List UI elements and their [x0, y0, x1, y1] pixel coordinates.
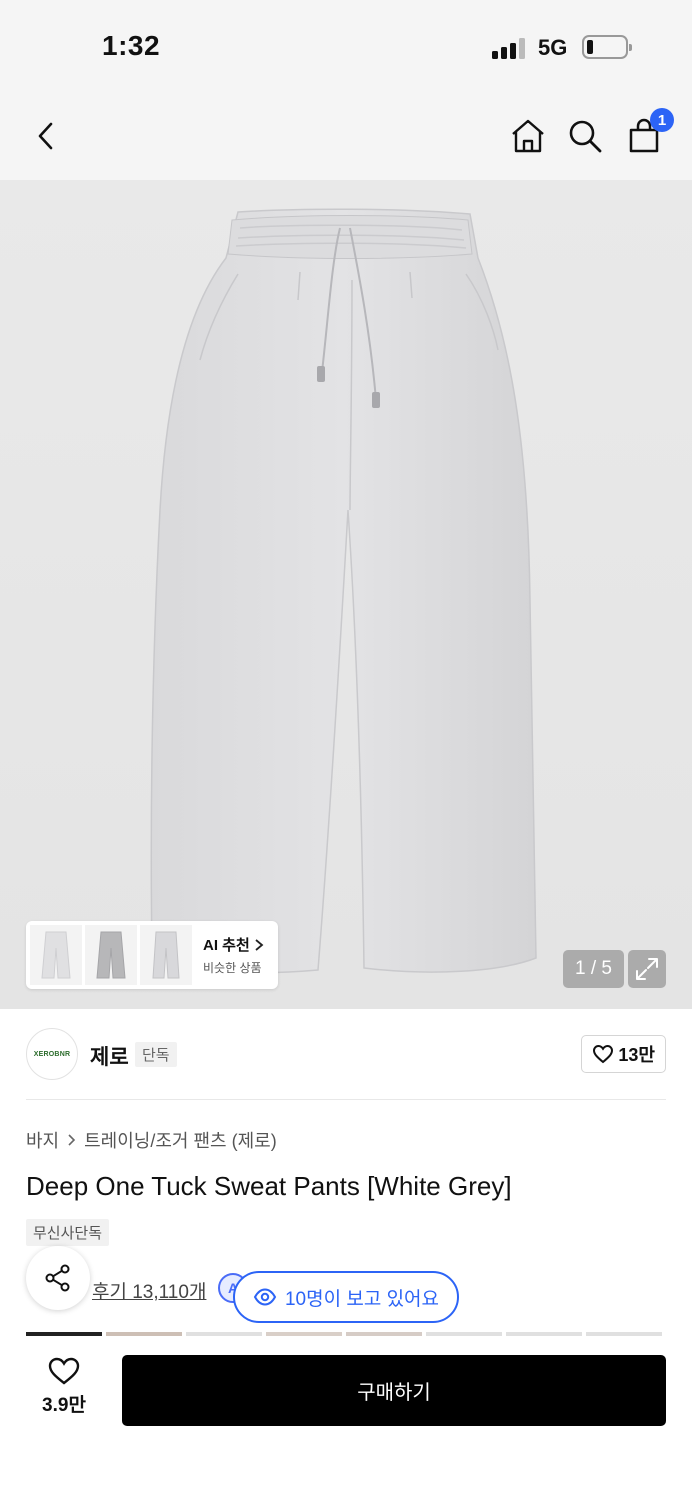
ai-recommend-subtitle: 비슷한 상품: [203, 961, 262, 975]
breadcrumb-category[interactable]: 바지: [26, 1127, 59, 1153]
signal-icon: [492, 37, 526, 59]
recommend-thumb-3: [140, 925, 192, 985]
viewers-text: 10명이 보고 있어요: [284, 1288, 440, 1310]
product-like-button[interactable]: 3.9만: [26, 1356, 102, 1426]
battery-icon: [582, 35, 632, 59]
status-time: 1:32: [102, 30, 161, 61]
chevron-right-icon: [68, 1134, 76, 1146]
cart-button[interactable]: 1: [622, 108, 674, 158]
search-button[interactable]: [563, 114, 607, 158]
product-photo: [150, 208, 537, 974]
brand-logo[interactable]: XEROBNR: [26, 1028, 78, 1080]
home-icon: [512, 119, 544, 153]
brand-exclusive-tag: 단독: [135, 1042, 177, 1067]
ai-recommend-card[interactable]: AI 추천 비슷한 상품: [26, 921, 278, 989]
brand-like-button[interactable]: 13만: [581, 1035, 666, 1073]
brand-row[interactable]: XEROBNR 제로 단독 13만: [26, 1028, 666, 1080]
share-button[interactable]: [26, 1246, 90, 1310]
share-icon: [45, 1264, 70, 1292]
search-icon: [569, 120, 602, 153]
breadcrumb-subcategory[interactable]: 트레이닝/조거 팬츠 (제로): [84, 1127, 277, 1153]
chevron-right-icon: [255, 938, 264, 951]
network-type: 5G: [538, 35, 568, 60]
heart-icon: [48, 1357, 80, 1385]
product-title: Deep One Tuck Sweat Pants [White Grey]: [26, 1171, 512, 1201]
breadcrumb: 바지 트레이닝/조거 팬츠 (제로): [26, 1127, 277, 1153]
recommend-thumb-2: [85, 925, 137, 985]
back-button[interactable]: [24, 114, 68, 158]
image-counter: 1 / 5: [563, 950, 624, 988]
product-like-count: 3.9만: [42, 1395, 86, 1416]
cart-count-badge: 1: [650, 108, 674, 132]
nav-bar: 1: [0, 96, 692, 180]
ai-recommend-title: AI 추천: [203, 937, 250, 954]
product-image-gallery[interactable]: AI 추천 비슷한 상품 1 / 5: [0, 180, 692, 1009]
brand-name[interactable]: 제로: [90, 1041, 129, 1071]
buy-button[interactable]: 구매하기: [122, 1355, 666, 1426]
expand-icon: [636, 958, 658, 980]
bottom-action-bar: 3.9만 구매하기: [0, 1336, 692, 1500]
expand-button[interactable]: [628, 950, 666, 988]
recommend-thumb-1: [30, 925, 82, 985]
divider: [26, 1099, 666, 1100]
status-bar: 1:32 5G: [0, 0, 692, 96]
back-icon: [38, 122, 53, 150]
heart-icon: [593, 1044, 614, 1064]
viewers-now-pill: 10명이 보고 있어요: [233, 1271, 459, 1323]
exclusive-tag: 무신사단독: [26, 1219, 110, 1246]
reviews-link[interactable]: 후기 13,110개: [92, 1277, 206, 1304]
brand-like-count: 13만: [618, 1045, 655, 1065]
home-button[interactable]: [506, 114, 550, 158]
eye-icon: [253, 1288, 277, 1306]
